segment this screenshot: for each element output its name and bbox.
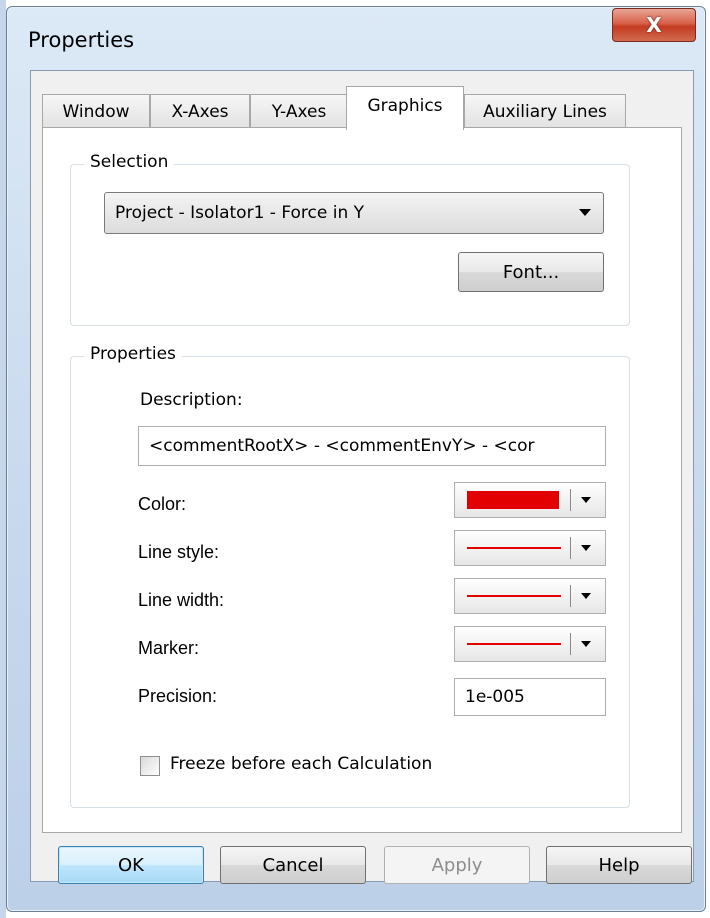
dialog-title: Properties — [28, 28, 135, 52]
selection-group-label: Selection — [84, 152, 175, 172]
close-button[interactable]: X — [612, 8, 696, 42]
dropdown-arrow-icon — [579, 209, 591, 216]
color-label: Color: — [138, 494, 187, 514]
font-button[interactable]: Font... — [458, 252, 604, 292]
apply-button[interactable]: Apply — [384, 846, 530, 884]
picker-separator — [570, 489, 571, 511]
line-width-preview — [467, 595, 561, 597]
freeze-checkbox[interactable] — [140, 756, 160, 776]
selection-combobox-value: Project - Isolator1 - Force in Y — [115, 203, 365, 223]
dropdown-arrow-icon — [581, 545, 591, 551]
line-width-picker[interactable] — [454, 578, 606, 614]
line-style-picker[interactable] — [454, 530, 606, 566]
marker-label: Marker: — [138, 638, 200, 658]
help-button[interactable]: Help — [546, 846, 692, 884]
cancel-button[interactable]: Cancel — [220, 846, 366, 884]
line-width-label: Line width: — [138, 590, 225, 610]
precision-label: Precision: — [138, 686, 218, 706]
color-swatch — [467, 491, 559, 509]
line-style-label: Line style: — [138, 542, 220, 562]
tab-strip: Window X-Axes Y-Axes Graphics Auxiliary … — [42, 86, 682, 130]
picker-separator — [570, 633, 571, 655]
freeze-checkbox-label[interactable]: Freeze before each Calculation — [170, 754, 432, 774]
tab-auxiliary-lines[interactable]: Auxiliary Lines — [464, 94, 626, 128]
dropdown-arrow-icon — [581, 593, 591, 599]
tab-graphics[interactable]: Graphics — [346, 86, 464, 130]
selection-combobox[interactable]: Project - Isolator1 - Force in Y — [104, 192, 604, 234]
line-style-preview — [467, 547, 561, 549]
marker-picker[interactable] — [454, 626, 606, 662]
properties-group-label: Properties — [84, 344, 182, 364]
selection-group — [70, 164, 630, 326]
tab-x-axes[interactable]: X-Axes — [150, 94, 250, 128]
picker-separator — [570, 585, 571, 607]
tab-window[interactable]: Window — [42, 94, 150, 128]
picker-separator — [570, 537, 571, 559]
color-picker[interactable] — [454, 482, 606, 518]
description-input[interactable]: <commentRootX> - <commentEnvY> - <cor — [138, 426, 606, 466]
marker-preview — [467, 643, 561, 645]
description-label: Description: — [140, 390, 243, 410]
precision-input[interactable]: 1e-005 — [454, 678, 606, 716]
tab-y-axes[interactable]: Y-Axes — [250, 94, 348, 128]
dropdown-arrow-icon — [581, 497, 591, 503]
ok-button[interactable]: OK — [58, 846, 204, 884]
dropdown-arrow-icon — [581, 641, 591, 647]
